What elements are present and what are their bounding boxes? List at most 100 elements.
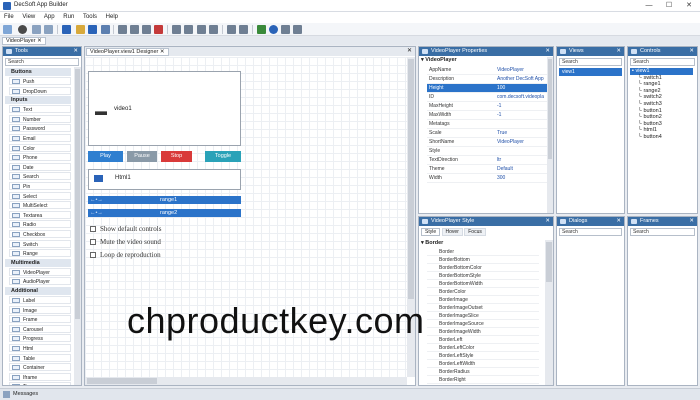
tool-item[interactable]: VideoPlayer	[9, 267, 71, 276]
property-value[interactable]: -1	[497, 111, 551, 120]
tool-item[interactable]: Iframe	[9, 372, 71, 381]
property-value[interactable]: Another DecSoft App	[497, 75, 551, 84]
tools-category[interactable]: Additional	[5, 287, 71, 295]
scrollbar-thumb[interactable]	[546, 242, 552, 282]
delete-icon[interactable]	[154, 25, 163, 34]
tool-item[interactable]: Textarea	[9, 210, 71, 219]
redo-icon[interactable]	[184, 25, 193, 34]
close-doc-icon[interactable]	[101, 25, 110, 34]
scrollbar-thumb[interactable]	[548, 59, 552, 159]
tools-category[interactable]: Inputs	[5, 96, 71, 105]
play-button[interactable]: Play	[88, 151, 123, 162]
new-app-icon[interactable]	[3, 25, 12, 34]
tools-scrollbar[interactable]	[74, 67, 81, 385]
property-row[interactable]: AppName VideoPlayer	[427, 66, 550, 75]
range2-control[interactable]: ←•→ range2	[88, 209, 241, 217]
options-icon[interactable]	[293, 25, 302, 34]
open-app-icon[interactable]	[18, 25, 27, 34]
style-property-row[interactable]: BorderBottomStyle	[427, 272, 539, 280]
html-control[interactable]: Html1	[88, 169, 241, 190]
messages-tab[interactable]: Messages	[13, 391, 38, 397]
tool-item[interactable]: Number	[9, 114, 71, 123]
tool-item[interactable]: Phone	[9, 153, 71, 162]
copy-icon[interactable]	[130, 25, 139, 34]
tab-hover[interactable]: Hover	[441, 228, 463, 236]
tab-focus[interactable]: Focus	[464, 228, 486, 236]
style-property-row[interactable]: Border	[427, 248, 539, 256]
property-row[interactable]: Width 300	[427, 174, 550, 183]
settings-icon[interactable]	[44, 25, 53, 34]
control-tree-item[interactable]: └ switch3	[638, 101, 693, 108]
property-row[interactable]: Metatags	[427, 120, 550, 129]
tool-item[interactable]: Range	[9, 249, 71, 258]
checkbox[interactable]	[90, 226, 96, 232]
style-property-row[interactable]: BorderImageSlice	[427, 312, 539, 320]
style-property-row[interactable]: BorderImageSource	[427, 320, 539, 328]
tool-item[interactable]: Frame	[9, 315, 71, 324]
tool-item[interactable]: AudioPlayer	[9, 277, 71, 286]
property-value[interactable]: VideoPlayer	[497, 138, 551, 147]
tool-item[interactable]: Html	[9, 344, 71, 352]
close-icon[interactable]: ✕	[73, 47, 78, 56]
tool-item[interactable]: Table	[9, 353, 71, 362]
property-value[interactable]: ltr	[497, 156, 551, 165]
tool-item[interactable]: Label	[9, 296, 71, 304]
checkbox[interactable]	[90, 239, 96, 245]
style-property-row[interactable]: BorderLeftColor	[427, 344, 539, 352]
style-property-row[interactable]: BorderLeft	[427, 336, 539, 344]
minimize-button[interactable]: —	[640, 1, 658, 11]
control-tree-item[interactable]: └ range1	[638, 81, 693, 88]
control-tree-item[interactable]: └ html1	[638, 127, 693, 134]
property-value[interactable]: Default	[497, 165, 551, 174]
open-folder-icon[interactable]	[76, 25, 85, 34]
designer-hscroll[interactable]	[85, 377, 407, 385]
control-tree-item[interactable]: └ switch2	[638, 94, 693, 101]
save-all-icon[interactable]	[88, 25, 97, 34]
stop-button[interactable]: Stop	[161, 151, 192, 162]
menu-tools[interactable]: Tools	[79, 12, 100, 20]
menu-app[interactable]: App	[40, 12, 58, 20]
menu-help[interactable]: Help	[102, 12, 121, 20]
switch-show-controls[interactable]: Show default controls	[90, 225, 161, 233]
tool-item[interactable]: Password	[9, 124, 71, 133]
close-icon[interactable]: ✕	[407, 47, 412, 54]
tool-item[interactable]: Select	[9, 191, 71, 200]
scrollbar-thumb[interactable]	[87, 378, 157, 384]
close-icon[interactable]: ✕	[545, 47, 550, 56]
property-row[interactable]: MaxHeight -1	[427, 102, 550, 111]
properties-scrollbar[interactable]	[547, 57, 553, 213]
cut-icon[interactable]	[118, 25, 127, 34]
dialogs-search-input[interactable]: Search	[559, 228, 622, 236]
tab-style[interactable]: Style	[421, 228, 441, 236]
property-value[interactable]: 100	[497, 84, 551, 93]
tool-item[interactable]: Pin	[9, 182, 71, 190]
tool-item[interactable]: Text	[9, 105, 71, 114]
save-icon[interactable]	[62, 25, 71, 34]
property-row[interactable]: ID com.decsoft.videopla	[427, 93, 550, 102]
control-tree-item[interactable]: └ button4	[638, 134, 693, 141]
style-property-row[interactable]: BorderBottomWidth	[427, 280, 539, 288]
property-row[interactable]: Theme Default	[427, 165, 550, 174]
close-icon[interactable]: ✕	[616, 47, 621, 56]
control-tree-item[interactable]: └ button2	[638, 114, 693, 121]
close-icon[interactable]: ✕	[616, 217, 621, 226]
property-value[interactable]: 300	[497, 174, 551, 183]
property-value[interactable]: VideoPlayer	[497, 66, 551, 75]
tool-item[interactable]: DropDown	[9, 86, 71, 95]
tool-item[interactable]: Color	[9, 143, 71, 152]
style-property-row[interactable]: BorderRight	[427, 376, 539, 384]
style-property-row[interactable]: BorderImageOutset	[427, 304, 539, 312]
checkbox[interactable]	[90, 252, 96, 258]
style-property-row[interactable]: BorderBottom	[427, 256, 539, 264]
grid-icon[interactable]	[227, 25, 236, 34]
tool-item[interactable]: Push	[9, 77, 71, 85]
range1-control[interactable]: ←•→ range1	[88, 196, 241, 204]
tool-item[interactable]: Email	[9, 134, 71, 142]
tools-category[interactable]: Buttons	[5, 68, 71, 76]
paste-icon[interactable]	[142, 25, 151, 34]
style-property-row[interactable]: BorderLeftStyle	[427, 352, 539, 360]
property-row[interactable]: Height 100	[427, 84, 550, 93]
style-property-row[interactable]: BorderImageWidth	[427, 328, 539, 336]
undo-icon[interactable]	[172, 25, 181, 34]
pause-button[interactable]: Pause	[127, 151, 157, 162]
